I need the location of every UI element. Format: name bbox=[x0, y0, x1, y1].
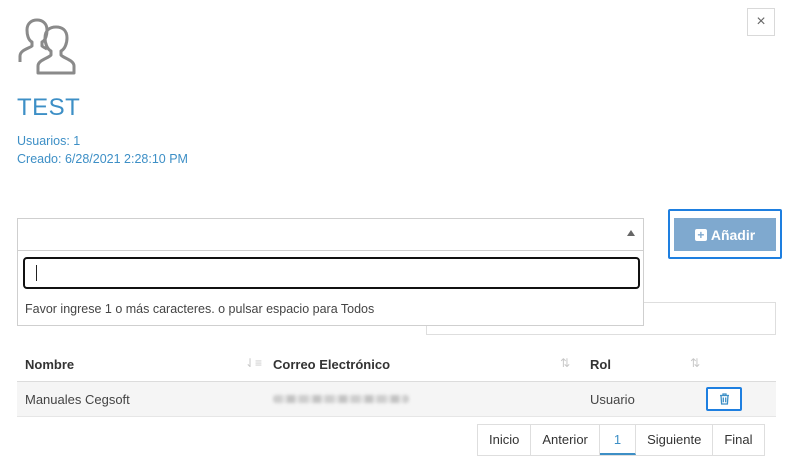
column-header-role[interactable]: Rol bbox=[590, 357, 611, 372]
cell-role: Usuario bbox=[590, 392, 635, 407]
page-last[interactable]: Final bbox=[713, 425, 763, 455]
page-next[interactable]: Siguiente bbox=[636, 425, 714, 455]
add-button[interactable]: + Añadir bbox=[674, 218, 776, 251]
add-button-label: Añadir bbox=[710, 226, 756, 243]
pagination: Inicio Anterior 1 Siguiente Final bbox=[477, 424, 765, 456]
select-dropdown: Favor ingrese 1 o más caracteres. o puls… bbox=[17, 251, 644, 326]
delete-button[interactable] bbox=[706, 387, 742, 411]
column-header-name[interactable]: Nombre bbox=[25, 357, 74, 372]
table-row: Manuales Cegsoft Usuario bbox=[17, 382, 776, 417]
dropdown-search-input[interactable] bbox=[23, 257, 640, 289]
plus-square-icon: + bbox=[694, 228, 707, 241]
created-date: Creado: 6/28/2021 2:28:10 PM bbox=[17, 152, 188, 166]
text-cursor bbox=[36, 265, 37, 281]
users-icon bbox=[18, 18, 76, 75]
page-current[interactable]: 1 bbox=[599, 425, 637, 455]
search-hint: Favor ingrese 1 o más caracteres. o puls… bbox=[25, 302, 375, 316]
close-button[interactable]: × bbox=[747, 8, 775, 36]
cell-email-redacted bbox=[273, 395, 409, 403]
column-header-email[interactable]: Correo Electrónico bbox=[273, 357, 390, 372]
table-header: Nombre ⇃≡ Correo Electrónico ⇅ Rol ⇅ bbox=[17, 347, 776, 382]
sort-icon[interactable]: ⇅ bbox=[560, 356, 570, 370]
user-select[interactable] bbox=[17, 218, 644, 251]
caret-up-icon bbox=[627, 230, 635, 236]
trash-icon bbox=[719, 393, 729, 405]
group-title: TEST bbox=[17, 94, 81, 121]
sort-icon[interactable]: ⇅ bbox=[690, 356, 700, 370]
page-prev[interactable]: Anterior bbox=[531, 425, 600, 455]
users-table: Nombre ⇃≡ Correo Electrónico ⇅ Rol ⇅ Man… bbox=[17, 347, 776, 417]
close-icon: × bbox=[756, 13, 766, 30]
users-count: Usuarios: 1 bbox=[17, 134, 81, 148]
page-first[interactable]: Inicio bbox=[478, 425, 532, 455]
sort-alpha-icon[interactable]: ⇃≡ bbox=[245, 356, 262, 370]
cell-name: Manuales Cegsoft bbox=[25, 392, 130, 407]
